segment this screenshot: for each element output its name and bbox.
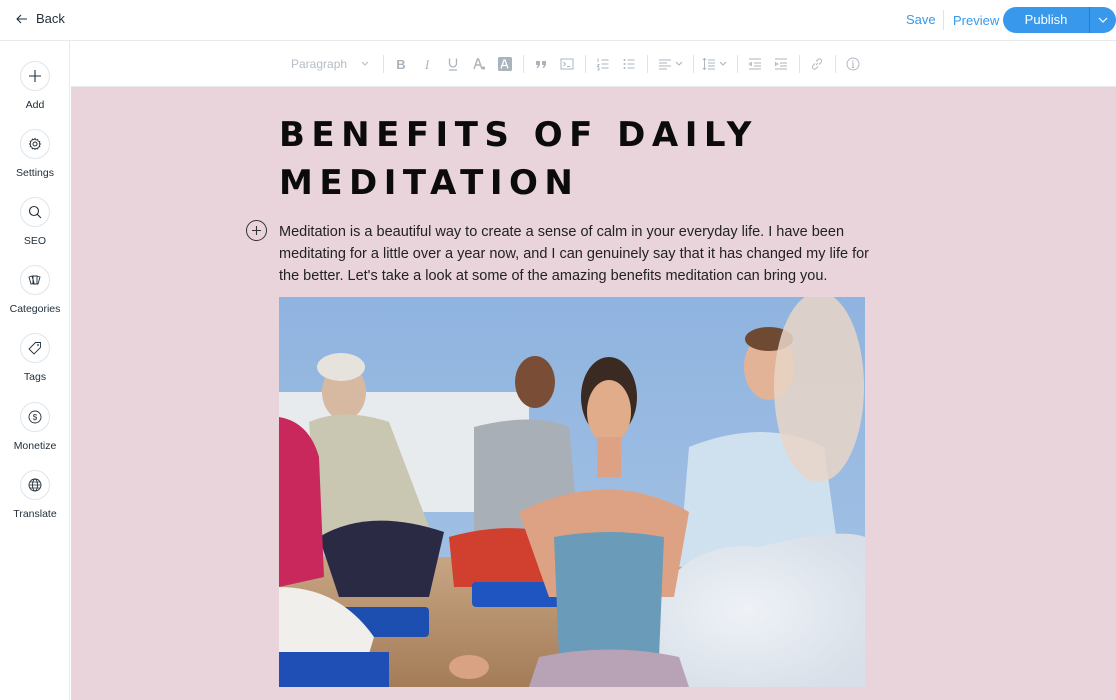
underline-icon — [448, 58, 458, 71]
back-button[interactable]: Back — [16, 11, 65, 26]
sidebar-item-label: Add — [25, 99, 45, 111]
decrease-indent-icon — [748, 58, 761, 70]
gear-icon — [28, 137, 42, 151]
separator — [585, 55, 586, 73]
sidebar-item-tags[interactable]: Tags — [0, 333, 70, 383]
plus-icon — [29, 70, 41, 82]
increase-indent-button[interactable] — [773, 55, 789, 73]
svg-text:I: I — [424, 57, 430, 71]
publish-button[interactable]: Publish — [1003, 7, 1089, 33]
globe-icon — [28, 478, 42, 492]
formatting-toolbar: Paragraph B I — [71, 41, 1116, 87]
sidebar-item-monetize[interactable]: $ Monetize — [0, 402, 70, 452]
chevron-down-icon — [719, 61, 726, 66]
search-icon — [28, 205, 42, 219]
meditation-photo — [279, 297, 865, 687]
arrow-left-icon — [16, 14, 27, 23]
sidebar-item-label: Tags — [23, 371, 47, 383]
save-button[interactable]: Save — [906, 12, 936, 27]
sidebar-item-label: Categories — [9, 303, 61, 315]
sidebar-item-label: Translate — [13, 508, 57, 520]
separator — [647, 55, 648, 73]
back-label: Back — [36, 11, 65, 26]
quote-icon — [536, 61, 546, 68]
sidebar-item-categories[interactable]: Categories — [0, 265, 70, 315]
sidebar: Add Settings SEO Categories Tags $ Monet… — [0, 41, 70, 700]
separator — [835, 55, 836, 73]
paragraph-style-select[interactable]: Paragraph — [291, 55, 376, 73]
code-block-button[interactable] — [559, 55, 575, 73]
chevron-down-icon — [1098, 17, 1108, 23]
numbered-list-button[interactable] — [595, 55, 611, 73]
sidebar-item-seo[interactable]: SEO — [0, 197, 70, 247]
link-button[interactable] — [809, 55, 825, 73]
divider — [943, 10, 944, 30]
bulleted-list-icon — [623, 59, 635, 69]
post-paragraph[interactable]: Meditation is a beautiful way to create … — [279, 221, 879, 287]
line-spacing-select[interactable] — [701, 55, 727, 73]
separator — [383, 55, 384, 73]
cards-icon — [28, 275, 41, 285]
text-color-icon — [473, 58, 486, 70]
top-bar: Back Save Preview Publish — [0, 0, 1116, 41]
dollar-icon: $ — [28, 410, 42, 424]
sidebar-item-translate[interactable]: Translate — [0, 470, 70, 520]
align-select[interactable] — [657, 55, 683, 73]
bold-icon: B — [396, 57, 405, 71]
sidebar-item-add[interactable]: Add — [0, 61, 70, 111]
post-title[interactable]: BENEFITS OF DAILY MEDITATION — [279, 111, 839, 207]
italic-button[interactable]: I — [419, 55, 435, 73]
info-icon — [846, 57, 860, 71]
separator — [799, 55, 800, 73]
publish-button-group: Publish — [1003, 7, 1116, 33]
preview-button[interactable]: Preview — [953, 13, 999, 28]
editor-canvas: BENEFITS OF DAILY MEDITATION Meditation … — [71, 87, 1116, 700]
svg-text:B: B — [396, 57, 405, 71]
paragraph-style-value: Paragraph — [291, 57, 348, 71]
underline-button[interactable] — [445, 55, 461, 73]
bold-button[interactable]: B — [393, 55, 409, 73]
increase-indent-icon — [775, 58, 787, 70]
text-color-button[interactable] — [471, 55, 487, 73]
line-spacing-icon — [702, 57, 715, 71]
separator — [737, 55, 738, 73]
separator — [523, 55, 524, 73]
highlight-button[interactable] — [497, 55, 513, 73]
post-image[interactable] — [279, 297, 865, 687]
sidebar-item-label: Monetize — [13, 440, 57, 452]
sidebar-item-label: SEO — [23, 235, 47, 247]
quote-button[interactable] — [533, 55, 549, 73]
tag-icon — [28, 342, 41, 355]
sidebar-item-label: Settings — [16, 167, 54, 179]
chevron-down-icon — [675, 61, 682, 66]
info-button[interactable] — [845, 55, 861, 73]
numbered-list-icon — [596, 58, 609, 71]
add-block-button[interactable] — [246, 220, 267, 241]
bulleted-list-button[interactable] — [621, 55, 637, 73]
align-left-icon — [658, 59, 671, 70]
svg-text:$: $ — [33, 413, 38, 422]
italic-icon: I — [424, 57, 430, 71]
chevron-down-icon — [361, 61, 369, 66]
sidebar-item-settings[interactable]: Settings — [0, 129, 70, 179]
separator — [693, 55, 694, 73]
code-block-icon — [560, 58, 574, 70]
highlight-icon — [498, 57, 512, 71]
publish-options-button[interactable] — [1089, 7, 1116, 33]
decrease-indent-button[interactable] — [747, 55, 763, 73]
link-icon — [812, 58, 822, 70]
plus-icon — [252, 226, 261, 235]
